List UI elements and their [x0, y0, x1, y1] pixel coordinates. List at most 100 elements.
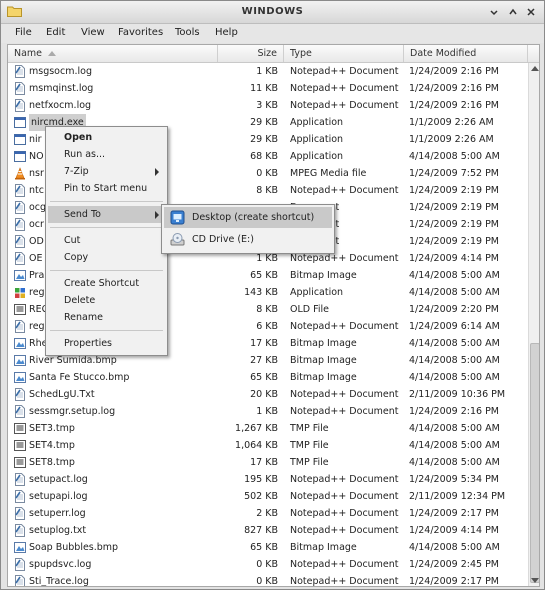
file-row[interactable]: Sti_Trace.log 0 KB Notepad++ Document 1/24/…	[8, 573, 528, 587]
minimize-button[interactable]	[487, 5, 501, 19]
file-row[interactable]: setupapi.log 502 KB Notepad++ Document 2/11…	[8, 488, 528, 505]
context-delete[interactable]: Delete	[48, 292, 165, 309]
context-item-label: Rename	[64, 312, 103, 323]
file-date-modified: 1/24/2009 2:16 PM	[409, 83, 500, 94]
file-size: 65 KB	[250, 270, 278, 281]
context-pin-to-start-menu[interactable]: Pin to Start menu	[48, 180, 165, 197]
column-size[interactable]: Size	[218, 45, 284, 62]
file-name: netfxocm.log	[29, 100, 92, 111]
file-size: 8 KB	[256, 304, 278, 315]
file-date-modified: 1/1/2009 2:26 AM	[409, 117, 494, 128]
context-item-label: Create Shortcut	[64, 278, 140, 289]
context-open[interactable]: Open	[48, 129, 165, 146]
file-size: 0 KB	[256, 576, 278, 587]
file-row[interactable]: spupdsvc.log 0 KB Notepad++ Document 1/24/2…	[8, 556, 528, 573]
file-size: 502 KB	[244, 491, 278, 502]
column-type[interactable]: Type	[284, 45, 404, 62]
context-menu: Open Run as... 7-Zip Pin to Start menu Send …	[45, 126, 168, 356]
window-title: WINDOWS	[241, 6, 304, 17]
file-row[interactable]: setupact.log 195 KB Notepad++ Document 1/24…	[8, 471, 528, 488]
title-bar[interactable]: WINDOWS	[1, 1, 544, 24]
send-to-cd-drive[interactable]: CD Drive (E:)	[164, 229, 332, 250]
vertical-scrollbar[interactable]	[528, 63, 539, 586]
menu-favorites[interactable]: Favorites	[118, 27, 163, 38]
scroll-down-icon[interactable]	[531, 578, 539, 583]
file-icon	[14, 439, 26, 452]
file-size: 0 KB	[256, 559, 278, 570]
scroll-thumb[interactable]	[530, 343, 539, 583]
file-type: Notepad++ Document	[290, 508, 399, 519]
file-row[interactable]: msgsocm.log 1 KB Notepad++ Document 1/24/20…	[8, 63, 528, 80]
file-row[interactable]: msmqinst.log 11 KB Notepad++ Document 1/24/…	[8, 80, 528, 97]
close-button[interactable]	[524, 5, 538, 19]
context-7-zip[interactable]: 7-Zip	[48, 163, 165, 180]
vlc-cone-icon	[14, 167, 26, 180]
menu-view[interactable]: View	[81, 27, 105, 38]
menu-help[interactable]: Help	[215, 27, 238, 38]
context-send-to[interactable]: Send To	[48, 206, 165, 223]
file-row[interactable]: netfxocm.log 3 KB Notepad++ Document 1/24/2…	[8, 97, 528, 114]
menu-tools[interactable]: Tools	[175, 27, 200, 38]
file-type: Notepad++ Document	[290, 525, 399, 536]
document-icon	[14, 473, 26, 486]
file-date-modified: 1/24/2009 2:19 PM	[409, 202, 500, 213]
file-name: setupapi.log	[29, 491, 88, 502]
file-type: Notepad++ Document	[290, 83, 399, 94]
close-icon	[527, 8, 535, 16]
file-name: SET8.tmp	[29, 457, 75, 468]
context-properties[interactable]: Properties	[48, 335, 165, 352]
file-name: SET4.tmp	[29, 440, 75, 451]
context-rename[interactable]: Rename	[48, 309, 165, 326]
context-cut[interactable]: Cut	[48, 232, 165, 249]
column-name[interactable]: Name	[8, 45, 218, 62]
file-row[interactable]: SET8.tmp 17 KB TMP File 4/14/2008 5:00 AM	[8, 454, 528, 471]
context-item-label: Pin to Start menu	[64, 183, 148, 194]
file-name: nir	[29, 134, 42, 145]
column-name-label: Name	[14, 48, 43, 59]
bitmap-icon	[14, 354, 26, 367]
file-size: 65 KB	[250, 542, 278, 553]
document-icon	[14, 252, 26, 265]
file-size: 29 KB	[250, 117, 278, 128]
cd-drive-icon	[170, 232, 185, 247]
file-row[interactable]: SchedLgU.Txt 20 KB Notepad++ Document 2/11/…	[8, 386, 528, 403]
file-name: Sti_Trace.log	[29, 576, 89, 587]
menu-edit[interactable]: Edit	[46, 27, 65, 38]
file-size: 0 KB	[256, 168, 278, 179]
file-size: 20 KB	[250, 389, 278, 400]
minimize-icon	[490, 10, 498, 16]
context-run-as[interactable]: Run as...	[48, 146, 165, 163]
file-size: 1 KB	[256, 66, 278, 77]
menu-file[interactable]: File	[15, 27, 32, 38]
scroll-up-icon[interactable]	[531, 66, 539, 71]
file-name: setuplog.txt	[29, 525, 87, 536]
file-type: Notepad++ Document	[290, 559, 399, 570]
file-type: Notepad++ Document	[290, 389, 399, 400]
file-icon	[14, 303, 26, 316]
file-icon	[14, 456, 26, 469]
context-create-shortcut[interactable]: Create Shortcut	[48, 275, 165, 292]
file-name: msmqinst.log	[29, 83, 94, 94]
document-icon	[14, 405, 26, 418]
file-date-modified: 4/14/2008 5:00 AM	[409, 542, 500, 553]
explorer-window: WINDOWS File Edit View Favorites Tools H…	[0, 0, 545, 590]
send-to-item-label: Desktop (create shortcut)	[192, 212, 315, 223]
file-row[interactable]: SET3.tmp 1,267 KB TMP File 4/14/2008 5:00 A…	[8, 420, 528, 437]
file-row[interactable]: setuplog.txt 827 KB Notepad++ Document 1/24…	[8, 522, 528, 539]
file-size: 2 KB	[256, 508, 278, 519]
maximize-button[interactable]	[506, 5, 520, 19]
send-to-desktop[interactable]: Desktop (create shortcut)	[164, 207, 332, 228]
file-row[interactable]: sessmgr.setup.log 1 KB Notepad++ Document 1…	[8, 403, 528, 420]
column-date-modified[interactable]: Date Modified	[404, 45, 528, 62]
file-date-modified: 1/24/2009 2:45 PM	[409, 559, 500, 570]
context-copy[interactable]: Copy	[48, 249, 165, 266]
file-row[interactable]: setuperr.log 2 KB Notepad++ Document 1/24/2…	[8, 505, 528, 522]
file-name: NO	[29, 151, 44, 162]
file-row[interactable]: SET4.tmp 1,064 KB TMP File 4/14/2008 5:00 A…	[8, 437, 528, 454]
file-size: 1,064 KB	[235, 440, 278, 451]
file-size: 1,267 KB	[235, 423, 278, 434]
file-row[interactable]: Santa Fe Stucco.bmp 65 KB Bitmap Image 4/14…	[8, 369, 528, 386]
file-size: 195 KB	[244, 474, 278, 485]
file-row[interactable]: Soap Bubbles.bmp 65 KB Bitmap Image 4/14/20…	[8, 539, 528, 556]
application-icon	[14, 116, 26, 129]
